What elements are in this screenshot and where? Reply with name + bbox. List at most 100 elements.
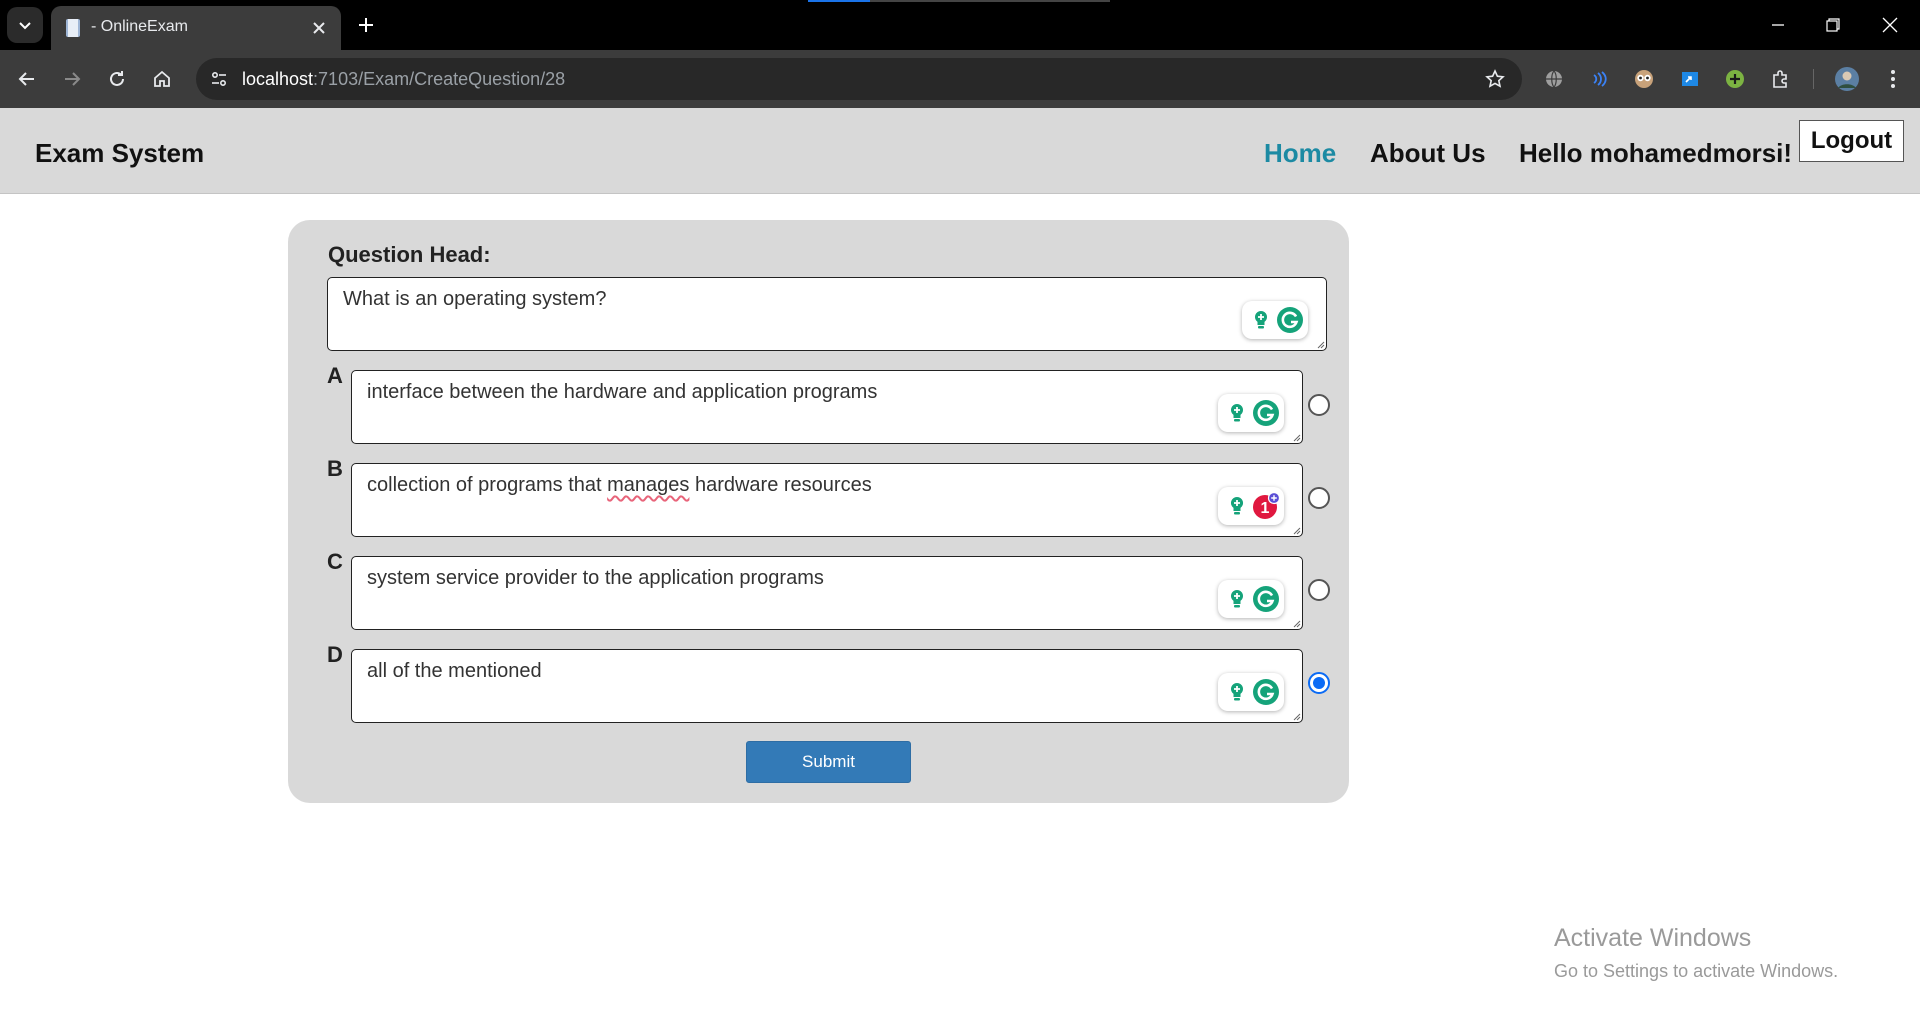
site-info-button[interactable] bbox=[204, 64, 234, 94]
bulb-icon bbox=[1230, 496, 1244, 515]
extensions-icon bbox=[1773, 70, 1787, 88]
restore-icon bbox=[1826, 18, 1840, 32]
url-path: :7103/Exam/CreateQuestion/28 bbox=[313, 69, 566, 89]
add-circle-icon bbox=[1726, 70, 1744, 88]
user-greeting: Hello mohamedmorsi! bbox=[1519, 138, 1793, 168]
question-head-value: What is an operating system? bbox=[343, 288, 607, 310]
option-a-letter: A bbox=[327, 363, 343, 388]
question-head-label: Question Head: bbox=[328, 242, 491, 267]
minimize-icon bbox=[1772, 24, 1784, 26]
address-bar[interactable]: localhost:7103/Exam/CreateQuestion/28 bbox=[196, 58, 1522, 100]
reload-icon bbox=[110, 71, 124, 86]
extension-owl-button[interactable] bbox=[1628, 63, 1660, 95]
plus-icon bbox=[359, 18, 373, 32]
activate-windows-watermark: Activate Windows Go to Settings to activ… bbox=[1554, 924, 1838, 982]
option-d-value: all of the mentioned bbox=[367, 660, 542, 682]
extension-globe-button[interactable] bbox=[1538, 63, 1570, 95]
grammarly-icon bbox=[1277, 307, 1303, 333]
option-d-letter: D bbox=[327, 642, 343, 667]
tab-title: - OnlineExam bbox=[91, 18, 188, 35]
globe-icon bbox=[1546, 70, 1562, 88]
bulb-icon bbox=[1230, 682, 1244, 701]
minimize-button[interactable] bbox=[1758, 8, 1798, 42]
option-c-value: system service provider to the applicati… bbox=[367, 567, 824, 589]
signal-icon bbox=[1593, 71, 1607, 87]
browser-toolbar: localhost:7103/Exam/CreateQuestion/28 bbox=[0, 50, 1920, 108]
option-a-radio[interactable] bbox=[1308, 394, 1330, 416]
spelling-flag[interactable]: manages bbox=[607, 474, 689, 496]
grammarly-icon bbox=[1253, 586, 1279, 612]
option-d-textarea[interactable]: all of the mentioned bbox=[351, 649, 1303, 723]
screen-share-icon bbox=[1682, 72, 1698, 86]
option-b-textarea[interactable]: collection of programs that manages hard… bbox=[351, 463, 1303, 537]
grammarly-widget[interactable] bbox=[1218, 673, 1284, 711]
create-question-form: Question Head: What is an operating syst… bbox=[288, 220, 1349, 803]
star-icon bbox=[1485, 69, 1505, 88]
back-button[interactable] bbox=[11, 63, 43, 95]
option-b-text-after: hardware resources bbox=[689, 474, 872, 496]
logout-button[interactable]: Logout bbox=[1799, 120, 1904, 162]
grammarly-widget[interactable] bbox=[1218, 394, 1284, 432]
option-a-value: interface between the hardware and appli… bbox=[367, 381, 878, 403]
grammarly-icon bbox=[1253, 679, 1279, 705]
option-b-text-before: collection of programs that bbox=[367, 474, 608, 496]
profile-avatar-icon bbox=[1835, 67, 1859, 91]
option-d-radio[interactable] bbox=[1308, 672, 1330, 694]
back-icon bbox=[18, 72, 34, 86]
nav-link-home[interactable]: Home bbox=[1264, 138, 1336, 169]
profile-button[interactable] bbox=[1831, 63, 1863, 95]
url-host: localhost bbox=[242, 69, 314, 89]
browser-menu-button[interactable] bbox=[1877, 63, 1909, 95]
tab-list-button[interactable] bbox=[7, 7, 43, 43]
menu-icon bbox=[1891, 70, 1895, 88]
grammarly-alert-icon: 1 bbox=[1253, 492, 1280, 519]
question-head-textarea[interactable]: What is an operating system? bbox=[327, 277, 1327, 351]
reload-button[interactable] bbox=[101, 63, 133, 95]
option-a-textarea[interactable]: interface between the hardware and appli… bbox=[351, 370, 1303, 444]
site-info-icon bbox=[211, 71, 227, 87]
chevron-down-icon bbox=[19, 22, 31, 30]
browser-tab[interactable]: - OnlineExam bbox=[51, 6, 341, 50]
option-c-radio[interactable] bbox=[1308, 579, 1330, 601]
close-icon bbox=[313, 22, 325, 34]
resize-handle-icon[interactable] bbox=[1291, 525, 1301, 535]
forward-button[interactable] bbox=[56, 63, 88, 95]
option-b-letter: B bbox=[327, 456, 343, 481]
extensions-button[interactable] bbox=[1764, 63, 1796, 95]
home-icon bbox=[154, 70, 170, 87]
favicon-icon bbox=[66, 19, 80, 37]
close-tab-button[interactable] bbox=[307, 16, 331, 40]
submit-button[interactable]: Submit bbox=[746, 741, 911, 783]
close-icon bbox=[1882, 17, 1898, 33]
bulb-icon bbox=[1230, 589, 1244, 608]
grammarly-widget[interactable] bbox=[1242, 301, 1308, 339]
grammarly-widget[interactable]: 1 bbox=[1218, 487, 1284, 525]
resize-handle-icon[interactable] bbox=[1291, 711, 1301, 721]
resize-handle-icon[interactable] bbox=[1291, 618, 1301, 628]
grammarly-icon bbox=[1253, 400, 1279, 426]
loading-indicator bbox=[808, 0, 1110, 2]
url-text: localhost:7103/Exam/CreateQuestion/28 bbox=[242, 69, 565, 90]
nav-link-about-us[interactable]: About Us bbox=[1370, 138, 1486, 169]
option-b-radio[interactable] bbox=[1308, 487, 1330, 509]
new-tab-button[interactable] bbox=[352, 11, 380, 39]
close-window-button[interactable] bbox=[1870, 8, 1910, 42]
restore-button[interactable] bbox=[1813, 8, 1853, 42]
watermark-title: Activate Windows bbox=[1554, 924, 1752, 952]
site-brand[interactable]: Exam System bbox=[35, 138, 204, 169]
option-b-value: collection of programs that manages hard… bbox=[367, 474, 872, 497]
home-button[interactable] bbox=[146, 63, 178, 95]
bulb-icon bbox=[1230, 403, 1244, 422]
bulb-icon bbox=[1254, 310, 1268, 329]
resize-handle-icon[interactable] bbox=[1315, 339, 1325, 349]
browser-tab-strip: - OnlineExam bbox=[0, 0, 1920, 50]
option-c-letter: C bbox=[327, 549, 343, 574]
watermark-subtitle: Go to Settings to activate Windows. bbox=[1554, 961, 1839, 981]
resize-handle-icon[interactable] bbox=[1291, 432, 1301, 442]
option-c-textarea[interactable]: system service provider to the applicati… bbox=[351, 556, 1303, 630]
bookmark-button[interactable] bbox=[1480, 64, 1510, 94]
grammarly-widget[interactable] bbox=[1218, 580, 1284, 618]
extension-plus-button[interactable] bbox=[1719, 63, 1751, 95]
extension-signal-button[interactable] bbox=[1583, 63, 1615, 95]
extension-screen-button[interactable] bbox=[1674, 63, 1706, 95]
